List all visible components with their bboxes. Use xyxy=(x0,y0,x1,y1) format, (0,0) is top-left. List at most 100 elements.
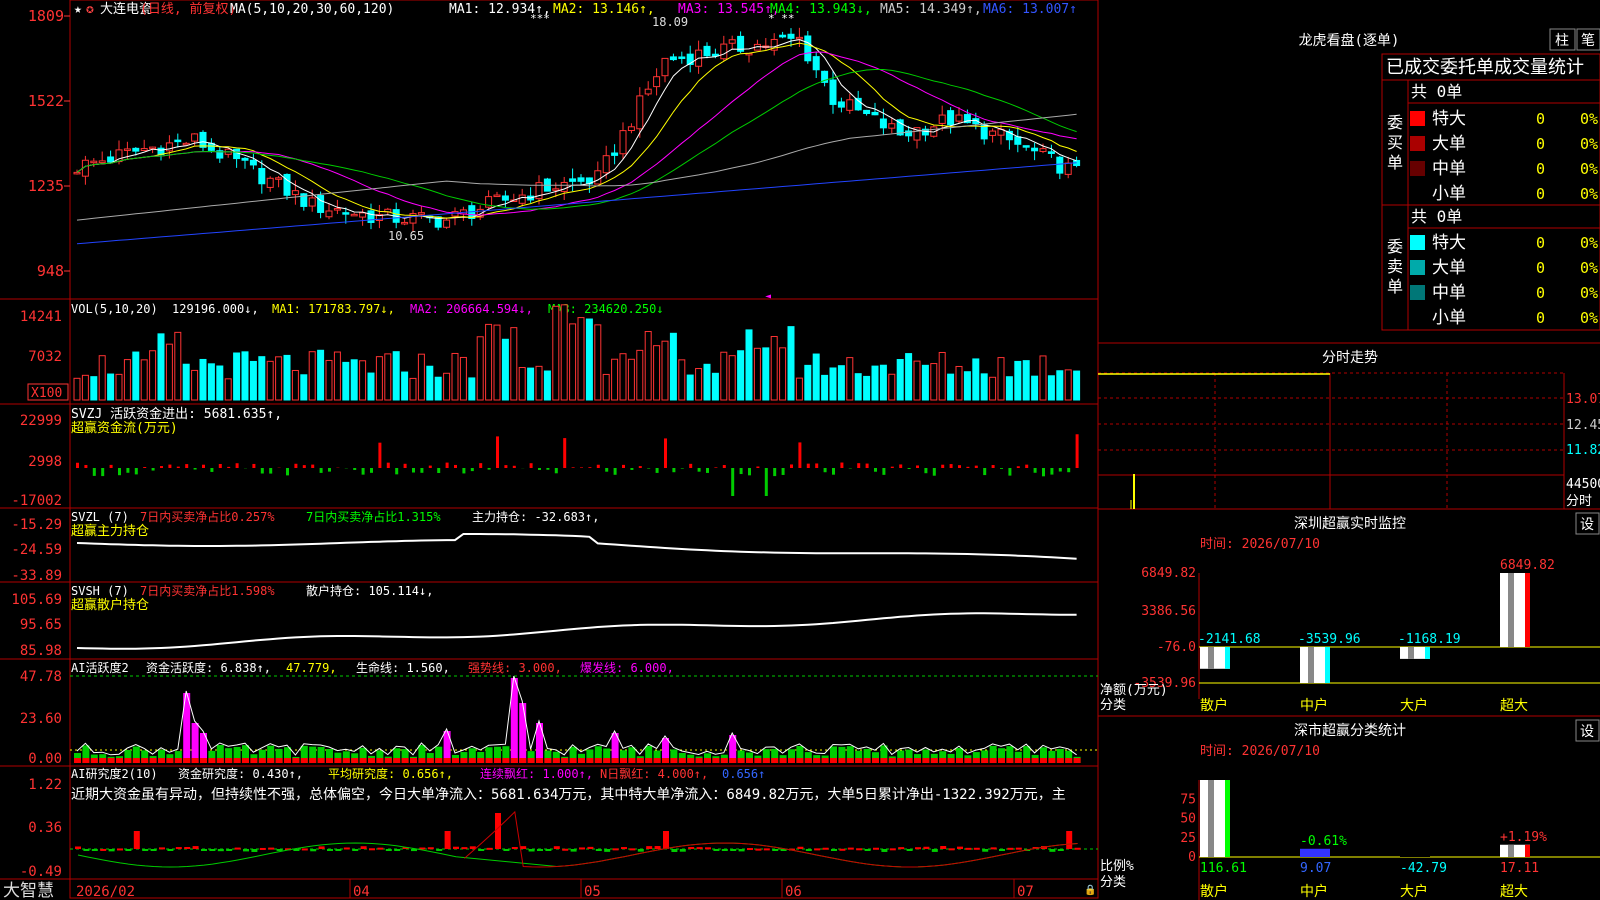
ai-active-base xyxy=(99,758,107,763)
candle-body xyxy=(174,139,182,143)
ai-active-base xyxy=(1006,758,1014,763)
stats-bottom-label: 9.07 xyxy=(1300,861,1331,876)
volume-bar xyxy=(569,323,577,401)
ai-research-bar xyxy=(486,847,493,850)
svzj-bar xyxy=(865,463,869,468)
volume-bar xyxy=(283,354,291,401)
stats-time: 时间: 2026/07/10 xyxy=(1200,744,1320,759)
svzj-bar xyxy=(983,468,987,476)
stats-bottom-label: 116.61 xyxy=(1200,861,1247,876)
candle-body xyxy=(107,156,115,163)
volume-bar xyxy=(594,324,602,401)
volume-bar xyxy=(241,351,249,401)
volume-bar xyxy=(552,305,560,401)
stats-bottom-label: 17.11 xyxy=(1500,861,1539,876)
svzj-bar xyxy=(1033,468,1037,473)
ai-active-base xyxy=(267,758,275,763)
ai-active-base xyxy=(468,758,476,763)
fenshi-chart: 13.07 12.45 11.82 44500 分时 xyxy=(1098,372,1600,509)
ai-research-bar xyxy=(889,848,896,851)
svzj-bar xyxy=(445,462,449,468)
candle-body xyxy=(938,114,946,124)
svzl-axis-min: -33.89 xyxy=(11,568,62,584)
svzj-bar xyxy=(504,465,508,468)
ai-research-bar xyxy=(696,847,703,850)
svzj-bar xyxy=(160,466,163,468)
ai-active-base xyxy=(872,758,879,763)
volume-bar xyxy=(367,372,375,401)
marker-stars-1: *** xyxy=(530,12,550,25)
ai-active-base xyxy=(863,758,871,763)
candle-body xyxy=(359,212,367,218)
candle-body xyxy=(233,148,241,160)
ai-active-base xyxy=(578,758,585,763)
volume-bar xyxy=(317,349,325,401)
ai-research-bar xyxy=(881,849,888,852)
svzj-bar xyxy=(260,468,264,474)
monitor-bar-edge xyxy=(1425,647,1430,659)
svzj-bar xyxy=(731,468,735,496)
order-color-swatch xyxy=(1410,260,1425,275)
candle-body xyxy=(140,148,148,151)
candle-body xyxy=(493,194,501,198)
order-row-count: 0 xyxy=(1536,284,1545,302)
svsh-line xyxy=(76,612,1077,650)
ai-active-base xyxy=(888,758,896,763)
date-tick-0: 2026/02 xyxy=(76,884,135,900)
period-label[interactable]: (日线, 前复权) xyxy=(140,1,236,17)
order-row-count: 0 xyxy=(1536,160,1545,178)
ai-research-bar xyxy=(1015,847,1022,850)
ai-active-base xyxy=(368,758,375,763)
lock-icon[interactable]: 🔒 xyxy=(1084,884,1096,896)
volume-bar xyxy=(678,359,686,401)
ai-research-bar xyxy=(948,848,955,851)
volume-bar xyxy=(762,347,770,401)
svzj-bar xyxy=(176,466,180,468)
candle-body xyxy=(879,118,887,129)
ai-active-axis-min: 0.00 xyxy=(28,751,62,767)
ai-research-bar xyxy=(209,849,216,851)
order-row-name: 中单 xyxy=(1432,159,1466,179)
ai-active-p5: 爆发线: 6.000, xyxy=(580,660,674,675)
volume-bar xyxy=(863,375,871,401)
svzl-p3: 主力持仓: -32.683↑, xyxy=(472,509,599,524)
volume-bar xyxy=(543,370,551,401)
ai-research-bar xyxy=(436,849,443,851)
svzj-bar xyxy=(210,468,214,472)
monitor-category: 超大 xyxy=(1500,698,1528,714)
candle-body xyxy=(90,160,98,164)
ai-active-base xyxy=(838,758,846,763)
svzj-bar xyxy=(353,468,357,470)
ai-active-base xyxy=(620,758,627,763)
ai-active-base xyxy=(989,758,997,763)
ai-research-bar xyxy=(805,849,812,851)
ai-research-bar xyxy=(906,849,913,851)
ma-legend-item: MA5: 14.349↑, xyxy=(880,2,982,17)
fenshi-axis-0: 13.07 xyxy=(1566,392,1600,407)
order-row-count: 0 xyxy=(1536,185,1545,203)
ai-active-base xyxy=(704,758,711,763)
ma-legend-item: MA6: 13.007↑ xyxy=(983,2,1077,17)
ai-research-p2: 平均研究度: 0.656↑, xyxy=(328,766,453,781)
svzj-bar xyxy=(428,465,432,468)
ai-active-base xyxy=(830,758,837,763)
ai-active-base xyxy=(880,758,888,763)
svzj-bar xyxy=(806,463,810,468)
volume-bar xyxy=(711,372,719,401)
svzj-bar xyxy=(706,468,709,473)
ai-active-base xyxy=(544,758,552,763)
candle-body xyxy=(703,45,711,57)
svzl-line xyxy=(76,533,1077,560)
stats-bar-edge xyxy=(1225,780,1230,857)
svzj-bar xyxy=(630,468,634,470)
ai-active-p3: 生命线: 1.560, xyxy=(356,660,450,675)
candle-body xyxy=(1056,156,1064,174)
ai-research-bar xyxy=(234,847,241,850)
stats-title: 深市超赢分类统计 xyxy=(1294,722,1406,739)
ai-research-bar xyxy=(545,849,552,851)
svzj-bar xyxy=(487,468,491,470)
ai-research-label: AI研究度2(10) xyxy=(71,766,158,781)
volume-bar xyxy=(216,365,224,401)
ai-active-base xyxy=(309,758,317,763)
ai-active-base xyxy=(695,758,703,763)
